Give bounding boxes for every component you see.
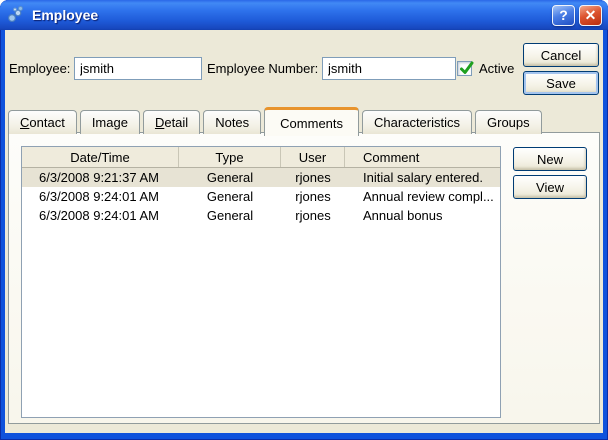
employee-label: Employee: xyxy=(9,57,70,80)
cell-datetime: 6/3/2008 9:24:01 AM xyxy=(22,189,179,204)
cell-user: rjones xyxy=(281,189,345,204)
tab-groups[interactable]: Groups xyxy=(475,110,542,134)
tab-characteristics[interactable]: Characteristics xyxy=(362,110,472,134)
table-header-row: Date/Time Type User Comment xyxy=(22,147,500,168)
column-header-comment[interactable]: Comment xyxy=(345,147,500,167)
cell-type: General xyxy=(179,170,281,185)
save-button[interactable]: Save xyxy=(523,71,599,95)
view-button[interactable]: View xyxy=(513,175,587,199)
tab-contact[interactable]: Contact xyxy=(8,110,77,134)
cell-user: rjones xyxy=(281,170,345,185)
employee-number-label: Employee Number: xyxy=(207,57,318,80)
cell-datetime: 6/3/2008 9:21:37 AM xyxy=(22,170,179,185)
help-icon[interactable]: ? xyxy=(552,5,575,26)
cell-type: General xyxy=(179,189,281,204)
cell-user: rjones xyxy=(281,208,345,223)
comments-table: Date/Time Type User Comment 6/3/2008 9:2… xyxy=(21,146,501,418)
cell-comment: Initial salary entered. xyxy=(345,170,500,185)
tab-strip: Contact Image Detail Notes Comments Char… xyxy=(8,108,542,134)
comments-tab-panel: Date/Time Type User Comment 6/3/2008 9:2… xyxy=(8,132,600,424)
active-label: Active xyxy=(479,57,514,80)
employee-number-input[interactable] xyxy=(322,57,456,80)
close-icon[interactable]: ✕ xyxy=(579,5,602,26)
app-molecule-icon xyxy=(6,5,26,25)
cell-comment: Annual bonus xyxy=(345,208,500,223)
cell-datetime: 6/3/2008 9:24:01 AM xyxy=(22,208,179,223)
check-icon xyxy=(458,59,476,77)
employee-window: Employee ? ✕ Employee: Employee Number: … xyxy=(0,0,608,440)
titlebar[interactable]: Employee ? ✕ xyxy=(0,0,608,30)
column-header-user[interactable]: User xyxy=(281,147,345,167)
cell-type: General xyxy=(179,208,281,223)
column-header-type[interactable]: Type xyxy=(179,147,281,167)
new-button[interactable]: New xyxy=(513,147,587,171)
active-checkbox[interactable] xyxy=(457,61,472,76)
cancel-button[interactable]: Cancel xyxy=(523,43,599,67)
tab-detail[interactable]: Detail xyxy=(143,110,200,134)
tab-image[interactable]: Image xyxy=(80,110,140,134)
dialog-client-area: Employee: Employee Number: Active Cancel… xyxy=(5,30,603,433)
tab-comments[interactable]: Comments xyxy=(264,107,359,136)
column-header-datetime[interactable]: Date/Time xyxy=(22,147,179,167)
tab-notes[interactable]: Notes xyxy=(203,110,261,134)
table-row[interactable]: 6/3/2008 9:24:01 AM General rjones Annua… xyxy=(22,187,500,206)
employee-input[interactable] xyxy=(74,57,202,80)
window-title: Employee xyxy=(32,7,98,23)
table-row[interactable]: 6/3/2008 9:21:37 AM General rjones Initi… xyxy=(22,168,500,187)
table-row[interactable]: 6/3/2008 9:24:01 AM General rjones Annua… xyxy=(22,206,500,225)
cell-comment: Annual review compl... xyxy=(345,189,500,204)
